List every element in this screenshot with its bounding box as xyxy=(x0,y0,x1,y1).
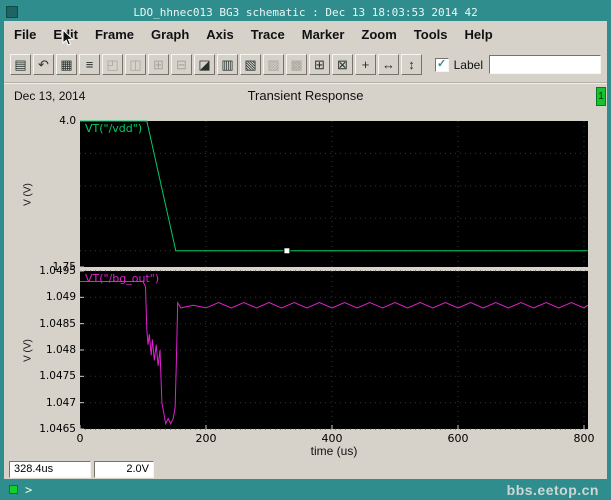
title-bar[interactable]: LDO_hhnec013 BG3 schematic : Dec 13 18:0… xyxy=(4,3,607,21)
toolbar-right-group: ✓ Label xyxy=(434,55,601,74)
hatch-fill-icon[interactable]: ▨ xyxy=(263,54,284,75)
menu-frame[interactable]: Frame xyxy=(95,27,134,42)
delete-subwindow-icon[interactable]: ⊟ xyxy=(171,54,192,75)
dense-fill-icon[interactable]: ▩ xyxy=(286,54,307,75)
list-icon[interactable]: ≡ xyxy=(79,54,100,75)
menu-graph[interactable]: Graph xyxy=(151,27,189,42)
prompt-symbol[interactable]: > xyxy=(25,483,32,497)
zoom-fit-icon[interactable]: ⊠ xyxy=(332,54,353,75)
check-icon: ✓ xyxy=(437,58,447,70)
add-subwindow-icon[interactable]: ⊞ xyxy=(148,54,169,75)
menu-bar: File Edit Frame Graph Axis Trace Marker … xyxy=(4,21,607,47)
trace-label-bgout[interactable]: VT("/bg_out") xyxy=(85,272,159,285)
menu-trace[interactable]: Trace xyxy=(251,27,285,42)
menu-marker[interactable]: Marker xyxy=(302,27,345,42)
table-icon[interactable]: ▦ xyxy=(56,54,77,75)
toolbar: ▤ ↶ ▦ ≡ ◰ ◫ ⊞ ⊟ ◪ ▥ ▧ ▨ ▩ ⊞ ⊠ + ↔ ↕ ✓ Label xyxy=(4,47,607,83)
application-window: LDO_hhnec013 BG3 schematic : Dec 13 18:0… xyxy=(0,0,611,500)
zoom-y-icon[interactable]: ↕ xyxy=(401,54,422,75)
menu-help[interactable]: Help xyxy=(464,27,492,42)
copy-window-icon[interactable]: ◫ xyxy=(125,54,146,75)
label-text-input[interactable] xyxy=(489,55,601,74)
redraw-icon[interactable]: ↶ xyxy=(33,54,54,75)
plot-title: Transient Response xyxy=(247,88,364,103)
new-subwindow-icon[interactable]: ◰ xyxy=(102,54,123,75)
menu-tools[interactable]: Tools xyxy=(414,27,448,42)
overlay-mode-icon[interactable]: ◪ xyxy=(194,54,215,75)
toolbar-icon-group: ▤ ↶ ▦ ≡ ◰ ◫ ⊞ ⊟ ◪ ▥ ▧ ▨ ▩ ⊞ ⊠ + ↔ ↕ xyxy=(10,54,424,75)
cursor-y-readout[interactable]: 2.0V xyxy=(94,460,154,478)
window-number-badge[interactable]: 1 xyxy=(596,87,606,106)
command-prompt-bar: > bbs.eetop.cn xyxy=(4,479,607,500)
label-checkbox[interactable]: ✓ xyxy=(434,57,449,72)
trace-label-vdd[interactable]: VT("/vdd") xyxy=(85,122,142,135)
status-led-icon xyxy=(9,485,18,494)
plot-header: Dec 13, 2014 Transient Response 1 xyxy=(4,83,607,107)
label-checkbox-text: Label xyxy=(453,57,483,72)
window-content: File Edit Frame Graph Axis Trace Marker … xyxy=(4,21,607,479)
menu-axis[interactable]: Axis xyxy=(206,27,233,42)
menu-file[interactable]: File xyxy=(14,27,36,42)
printer-icon[interactable]: ▤ xyxy=(10,54,31,75)
strip-chart-icon[interactable]: ▥ xyxy=(217,54,238,75)
pan-icon[interactable]: + xyxy=(355,54,376,75)
cursor-x-readout[interactable]: 328.4us xyxy=(9,460,91,478)
plot-area[interactable]: VT("/vdd") VT("/bg_out") V (V) V (V) tim… xyxy=(4,107,607,459)
grid-toggle-icon[interactable]: ⊞ xyxy=(309,54,330,75)
zoom-x-icon[interactable]: ↔ xyxy=(378,54,399,75)
composite-mode-icon[interactable]: ▧ xyxy=(240,54,261,75)
status-bar: 328.4us 2.0V xyxy=(4,459,607,479)
menu-zoom[interactable]: Zoom xyxy=(361,27,396,42)
mouse-cursor-icon xyxy=(62,28,75,52)
watermark-text: bbs.eetop.cn xyxy=(506,481,599,498)
window-title: LDO_hhnec013 BG3 schematic : Dec 13 18:0… xyxy=(133,5,478,19)
